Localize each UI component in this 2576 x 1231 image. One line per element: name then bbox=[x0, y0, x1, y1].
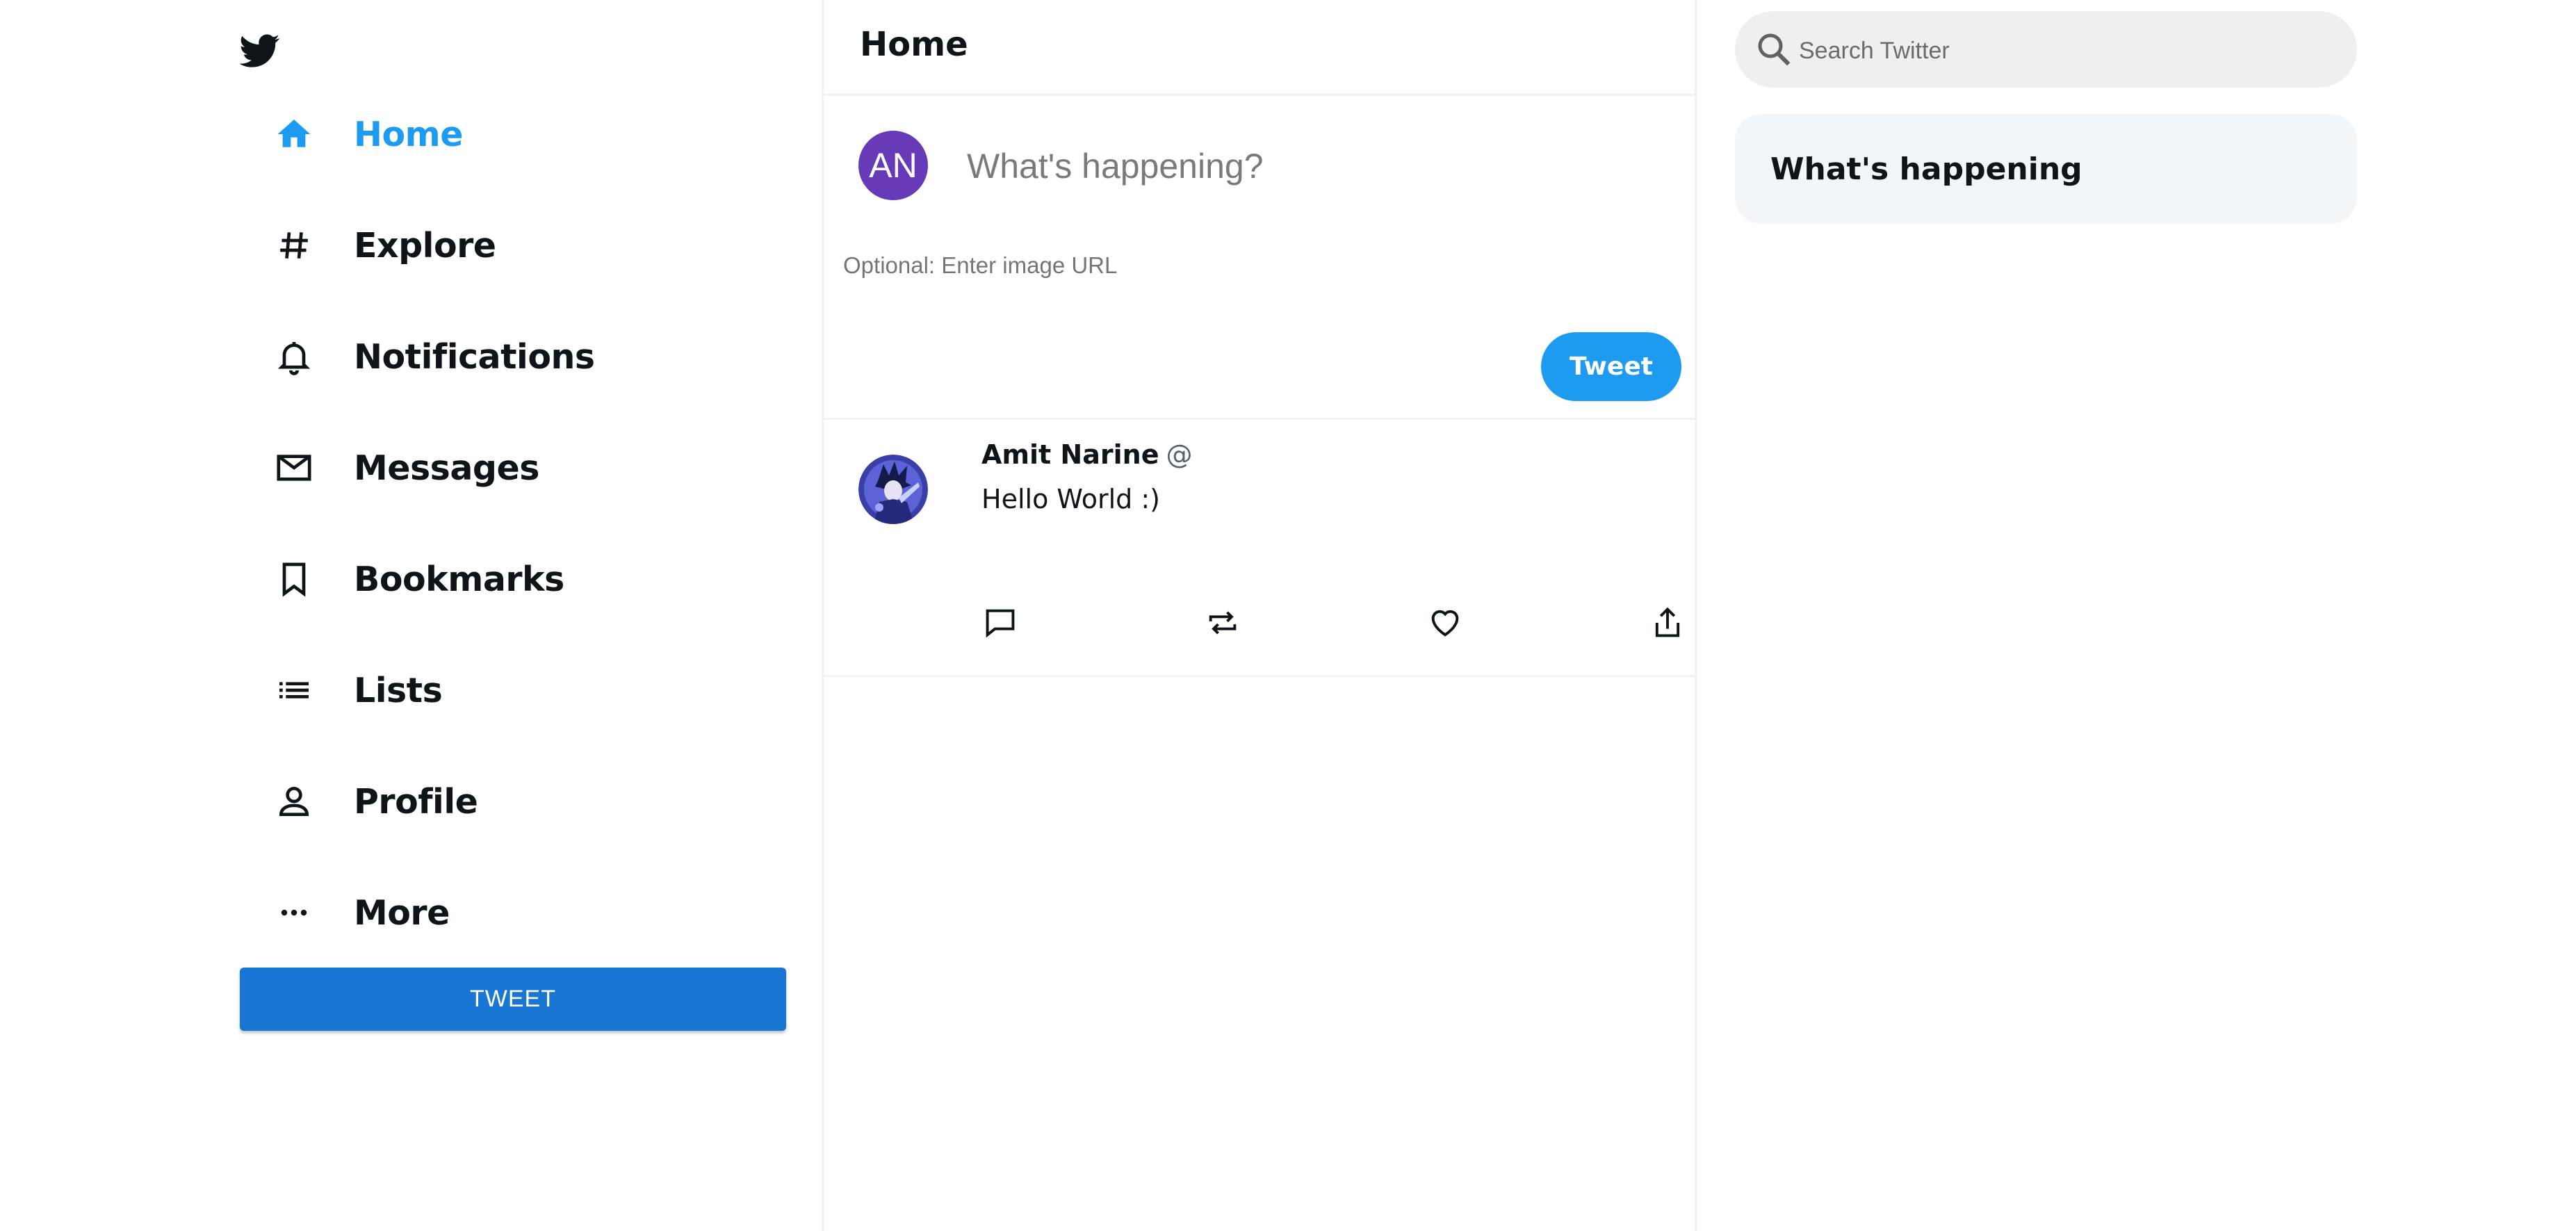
sidebar-item-label: Home bbox=[354, 114, 463, 154]
tweet-input[interactable] bbox=[965, 139, 1594, 193]
sidebar-item-bookmarks[interactable]: Bookmarks bbox=[275, 541, 564, 617]
search-input[interactable] bbox=[1798, 31, 2329, 71]
post-author[interactable]: Amit Narine bbox=[981, 439, 1159, 470]
sidebar-item-home[interactable]: Home bbox=[275, 96, 463, 172]
home-icon bbox=[275, 115, 313, 154]
reply-icon[interactable] bbox=[981, 603, 1020, 642]
sidebar-item-explore[interactable]: Explore bbox=[275, 207, 496, 284]
sidebar-item-label: Explore bbox=[354, 225, 496, 266]
sidebar-item-label: Messages bbox=[354, 448, 539, 488]
more-icon bbox=[275, 893, 313, 932]
share-icon[interactable] bbox=[1648, 603, 1687, 642]
sidebar-tweet-button[interactable]: TWEET bbox=[240, 968, 786, 1031]
page-title: Home bbox=[860, 25, 968, 64]
sidebar-item-label: Notifications bbox=[354, 336, 595, 377]
search-icon bbox=[1753, 28, 1795, 70]
bookmark-icon bbox=[275, 560, 313, 598]
hashtag-icon bbox=[275, 226, 313, 265]
post-text: Hello World :) bbox=[981, 484, 1161, 514]
sidebar-item-label: Lists bbox=[354, 670, 443, 710]
tweet-composer: AN Tweet bbox=[824, 96, 1695, 420]
sidebar-item-label: More bbox=[354, 892, 450, 933]
sidebar-item-notifications[interactable]: Notifications bbox=[275, 318, 595, 395]
trends-panel: What's happening bbox=[1735, 114, 2357, 224]
like-icon[interactable] bbox=[1426, 603, 1465, 642]
bell-icon bbox=[275, 337, 313, 376]
sidebar-item-label: Bookmarks bbox=[354, 559, 564, 599]
sidebar-item-messages[interactable]: Messages bbox=[275, 430, 539, 506]
tweet-button[interactable]: Tweet bbox=[1541, 332, 1681, 401]
sidebar-item-profile[interactable]: Profile bbox=[275, 763, 478, 840]
feed-header: Home bbox=[824, 0, 1695, 96]
feed: Home AN Tweet Amit Narine@ bbox=[822, 0, 1697, 1231]
retweet-icon[interactable] bbox=[1203, 603, 1242, 642]
list-icon bbox=[275, 671, 313, 710]
sidebar-item-label: Profile bbox=[354, 781, 478, 822]
avatar: AN bbox=[858, 131, 928, 200]
post-header: Amit Narine @ bbox=[981, 439, 1192, 470]
sidebar-item-lists[interactable]: Lists bbox=[275, 652, 443, 728]
sidebar-item-more[interactable]: More bbox=[275, 874, 450, 951]
app-root: Home Explore Notifications Messages Book bbox=[0, 0, 2576, 1231]
mail-icon bbox=[275, 448, 313, 487]
image-url-input[interactable] bbox=[842, 247, 1401, 284]
search-bar[interactable] bbox=[1735, 11, 2357, 88]
trends-title: What's happening bbox=[1770, 152, 2082, 187]
twitter-bird-icon[interactable] bbox=[239, 31, 280, 71]
avatar[interactable] bbox=[858, 455, 928, 524]
person-icon bbox=[275, 782, 313, 821]
post: Amit Narine @ Hello World :) bbox=[824, 420, 1695, 677]
post-handle: @ bbox=[1166, 439, 1193, 470]
sidebar: Home Explore Notifications Messages Book bbox=[239, 0, 824, 1231]
